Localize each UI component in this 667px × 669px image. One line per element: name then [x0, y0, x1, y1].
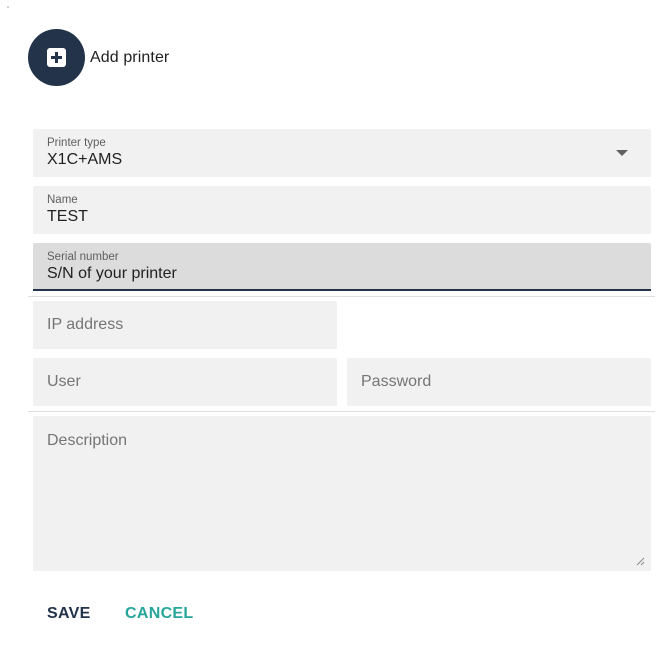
dialog-header: Add printer: [28, 29, 169, 86]
printer-type-label: Printer type: [47, 137, 106, 149]
ip-address-placeholder[interactable]: IP address: [47, 316, 123, 334]
serial-number-placeholder[interactable]: S/N of your printer: [47, 265, 177, 283]
dropdown-arrow-icon[interactable]: [616, 150, 628, 156]
corner-dot: [7, 6, 9, 8]
add-printer-dialog: Add printer Printer type X1C+AMS Name TE…: [0, 0, 667, 669]
name-label: Name: [47, 194, 78, 206]
resize-handle-icon[interactable]: [635, 556, 645, 566]
serial-number-label: Serial number: [47, 251, 119, 263]
add-printer-avatar: [28, 29, 85, 86]
ip-address-field[interactable]: IP address: [33, 301, 337, 349]
add-box-icon: [47, 48, 66, 67]
user-placeholder[interactable]: User: [47, 373, 81, 391]
name-value[interactable]: TEST: [47, 208, 88, 226]
description-textarea[interactable]: Description: [33, 416, 651, 571]
section-divider: [28, 411, 655, 412]
printer-type-select[interactable]: Printer type X1C+AMS: [33, 129, 651, 177]
password-placeholder[interactable]: Password: [361, 373, 431, 391]
printer-type-value: X1C+AMS: [47, 151, 123, 168]
user-field[interactable]: User: [33, 358, 337, 406]
section-divider: [28, 296, 655, 297]
name-field[interactable]: Name TEST: [33, 186, 651, 234]
description-placeholder[interactable]: Description: [47, 432, 127, 450]
cancel-button[interactable]: CANCEL: [125, 605, 193, 623]
save-button[interactable]: SAVE: [47, 605, 91, 623]
dialog-title: Add printer: [90, 48, 170, 66]
password-field[interactable]: Password: [347, 358, 651, 406]
serial-number-field[interactable]: Serial number S/N of your printer: [33, 243, 651, 291]
